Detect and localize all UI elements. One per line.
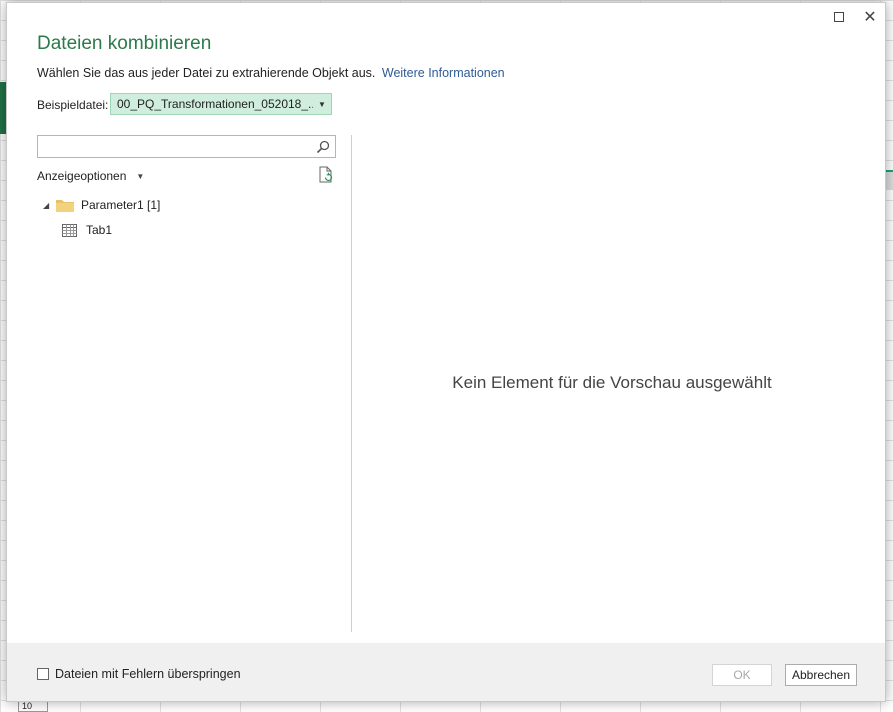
dialog-footer: Dateien mit Fehlern überspringen OK Abbr… bbox=[7, 643, 885, 701]
refresh-document-icon[interactable] bbox=[318, 166, 334, 184]
tree-item-label: Tab1 bbox=[86, 223, 113, 237]
dialog-subtitle: Wählen Sie das aus jeder Datei zu extrah… bbox=[37, 66, 505, 80]
close-button[interactable]: ✕ bbox=[859, 7, 881, 27]
table-icon bbox=[62, 223, 77, 237]
tree-item-tab1[interactable]: Tab1 bbox=[62, 223, 112, 237]
tree-item-label: Parameter1 [1] bbox=[81, 198, 161, 212]
folder-icon bbox=[56, 199, 74, 212]
preview-empty-message: Kein Element für die Vorschau ausgewählt bbox=[452, 373, 772, 392]
chevron-down-icon: ▼ bbox=[318, 99, 326, 109]
display-options-label: Anzeigeoptionen bbox=[37, 169, 127, 183]
skip-errors-option[interactable]: Dateien mit Fehlern überspringen bbox=[37, 667, 241, 681]
search-icon[interactable] bbox=[316, 140, 330, 154]
caret-down-icon: ▼ bbox=[136, 171, 145, 181]
display-options-dropdown[interactable]: Anzeigeoptionen ▼ bbox=[37, 169, 144, 183]
maximize-button[interactable] bbox=[828, 7, 850, 27]
skip-errors-label: Dateien mit Fehlern überspringen bbox=[55, 667, 241, 681]
sample-file-value: 00_PQ_Transformationen_052018_... bbox=[117, 97, 313, 111]
dialog-title: Dateien kombinieren bbox=[37, 33, 212, 54]
ok-button[interactable]: OK bbox=[712, 664, 772, 686]
search-input[interactable] bbox=[42, 138, 312, 155]
excel-scrollbar-stub bbox=[885, 170, 893, 190]
combine-files-dialog: ✕ Dateien kombinieren Wählen Sie das aus… bbox=[6, 2, 886, 702]
more-info-link[interactable]: Weitere Informationen bbox=[382, 66, 505, 80]
maximize-icon bbox=[834, 12, 844, 22]
expand-triangle-icon[interactable]: ◢ bbox=[43, 201, 55, 210]
tree-item-parameter1[interactable]: ◢ Parameter1 [1] bbox=[43, 198, 160, 212]
close-icon: ✕ bbox=[863, 9, 877, 26]
sample-file-label: Beispieldatei: bbox=[37, 98, 109, 112]
subtitle-text: Wählen Sie das aus jeder Datei zu extrah… bbox=[37, 66, 376, 80]
sample-file-select[interactable]: 00_PQ_Transformationen_052018_... ▼ bbox=[110, 93, 332, 115]
skip-errors-checkbox[interactable] bbox=[37, 668, 49, 680]
cancel-button[interactable]: Abbrechen bbox=[785, 664, 857, 686]
search-box bbox=[37, 135, 336, 158]
